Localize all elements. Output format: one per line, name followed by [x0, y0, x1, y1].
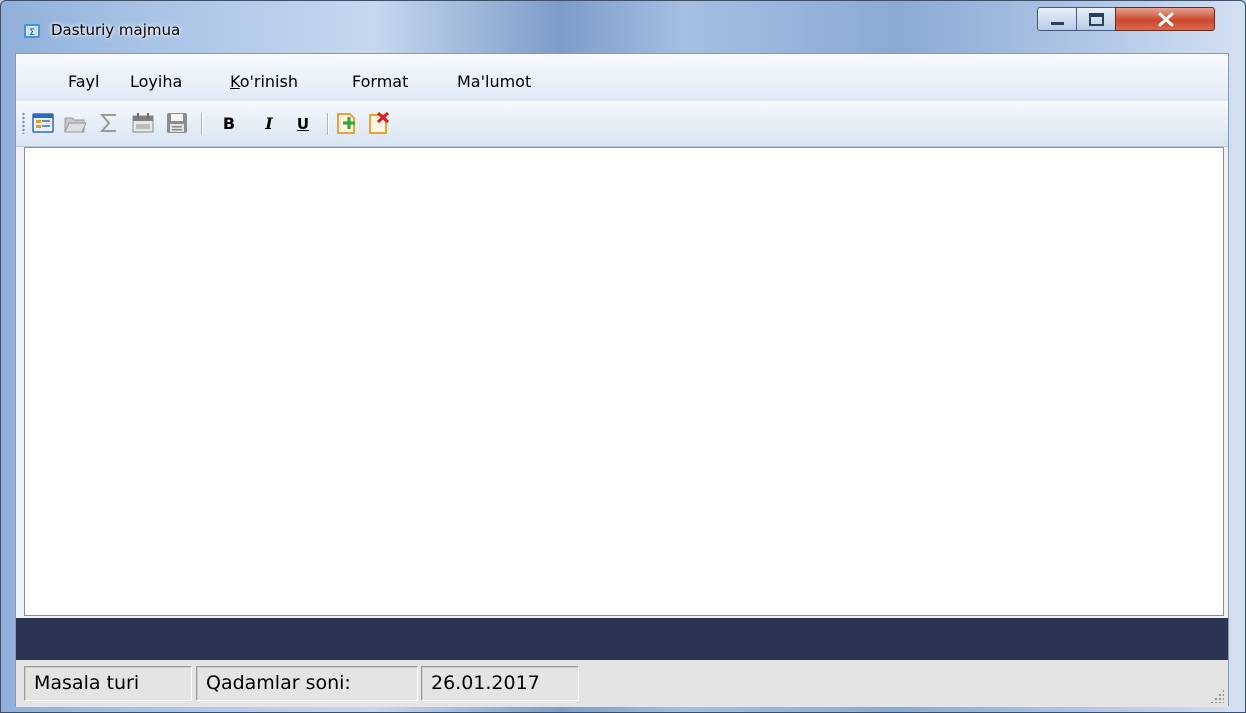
- save-icon: [167, 113, 187, 133]
- bold-button[interactable]: B: [216, 111, 242, 137]
- menu-loyiha[interactable]: Loyiha: [130, 72, 182, 91]
- open-folder-icon: [64, 117, 87, 133]
- status-task-type: Masala turi: [24, 666, 192, 701]
- menu-korinish[interactable]: Ko'rinish: [230, 72, 298, 91]
- calendar-button[interactable]: [130, 110, 156, 136]
- menu-malumot[interactable]: Ma'lumot: [457, 72, 531, 91]
- close-icon: [1158, 12, 1174, 27]
- status-bar: Masala turi Qadamlar soni: 26.01.2017: [16, 660, 1228, 707]
- title-bar[interactable]: Σ Dasturiy majmua: [1, 1, 1245, 53]
- menu-korinish-accelerator: K: [230, 72, 240, 91]
- window-title: Dasturiy majmua: [51, 21, 181, 39]
- status-date: 26.01.2017: [421, 666, 579, 701]
- maximize-button[interactable]: [1076, 7, 1116, 31]
- svg-text:Σ: Σ: [29, 28, 35, 38]
- resize-grip[interactable]: [1210, 689, 1224, 703]
- toolbar: B I U: [16, 101, 1228, 147]
- open-button[interactable]: [62, 110, 88, 136]
- new-form-button[interactable]: [30, 110, 56, 136]
- calendar-icon: [132, 113, 154, 133]
- add-document-button[interactable]: [334, 110, 360, 136]
- minimize-button[interactable]: [1037, 7, 1077, 31]
- app-icon: Σ: [23, 21, 43, 41]
- dark-panel: [16, 618, 1228, 660]
- italic-button[interactable]: I: [256, 111, 282, 137]
- add-document-icon: [337, 113, 355, 134]
- toolbar-separator: [327, 113, 328, 135]
- client-area: Fayl Loyiha Ko'rinish Format Ma'lumot B …: [15, 53, 1229, 707]
- maximize-icon: [1089, 13, 1104, 26]
- menu-bar: Fayl Loyiha Ko'rinish Format Ma'lumot: [16, 54, 1228, 101]
- new-form-icon: [32, 113, 54, 133]
- delete-document-icon: [369, 111, 390, 134]
- menu-format[interactable]: Format: [352, 72, 408, 91]
- toolbar-grip[interactable]: [22, 112, 25, 134]
- status-steps: Qadamlar soni:: [196, 666, 418, 701]
- delete-document-button[interactable]: [366, 110, 392, 136]
- underline-button[interactable]: U: [290, 111, 316, 137]
- minimize-icon: [1051, 22, 1064, 25]
- toolbar-separator: [201, 113, 202, 135]
- close-button[interactable]: [1115, 7, 1215, 31]
- sigma-icon: [99, 114, 116, 132]
- menu-fayl[interactable]: Fayl: [68, 72, 99, 91]
- save-button[interactable]: [164, 110, 190, 136]
- sum-button[interactable]: [96, 110, 122, 136]
- menu-korinish-label: o'rinish: [239, 72, 298, 91]
- editor-area[interactable]: [24, 147, 1224, 616]
- app-window: Σ Dasturiy majmua Fayl Loyiha Ko'rinish: [0, 0, 1246, 713]
